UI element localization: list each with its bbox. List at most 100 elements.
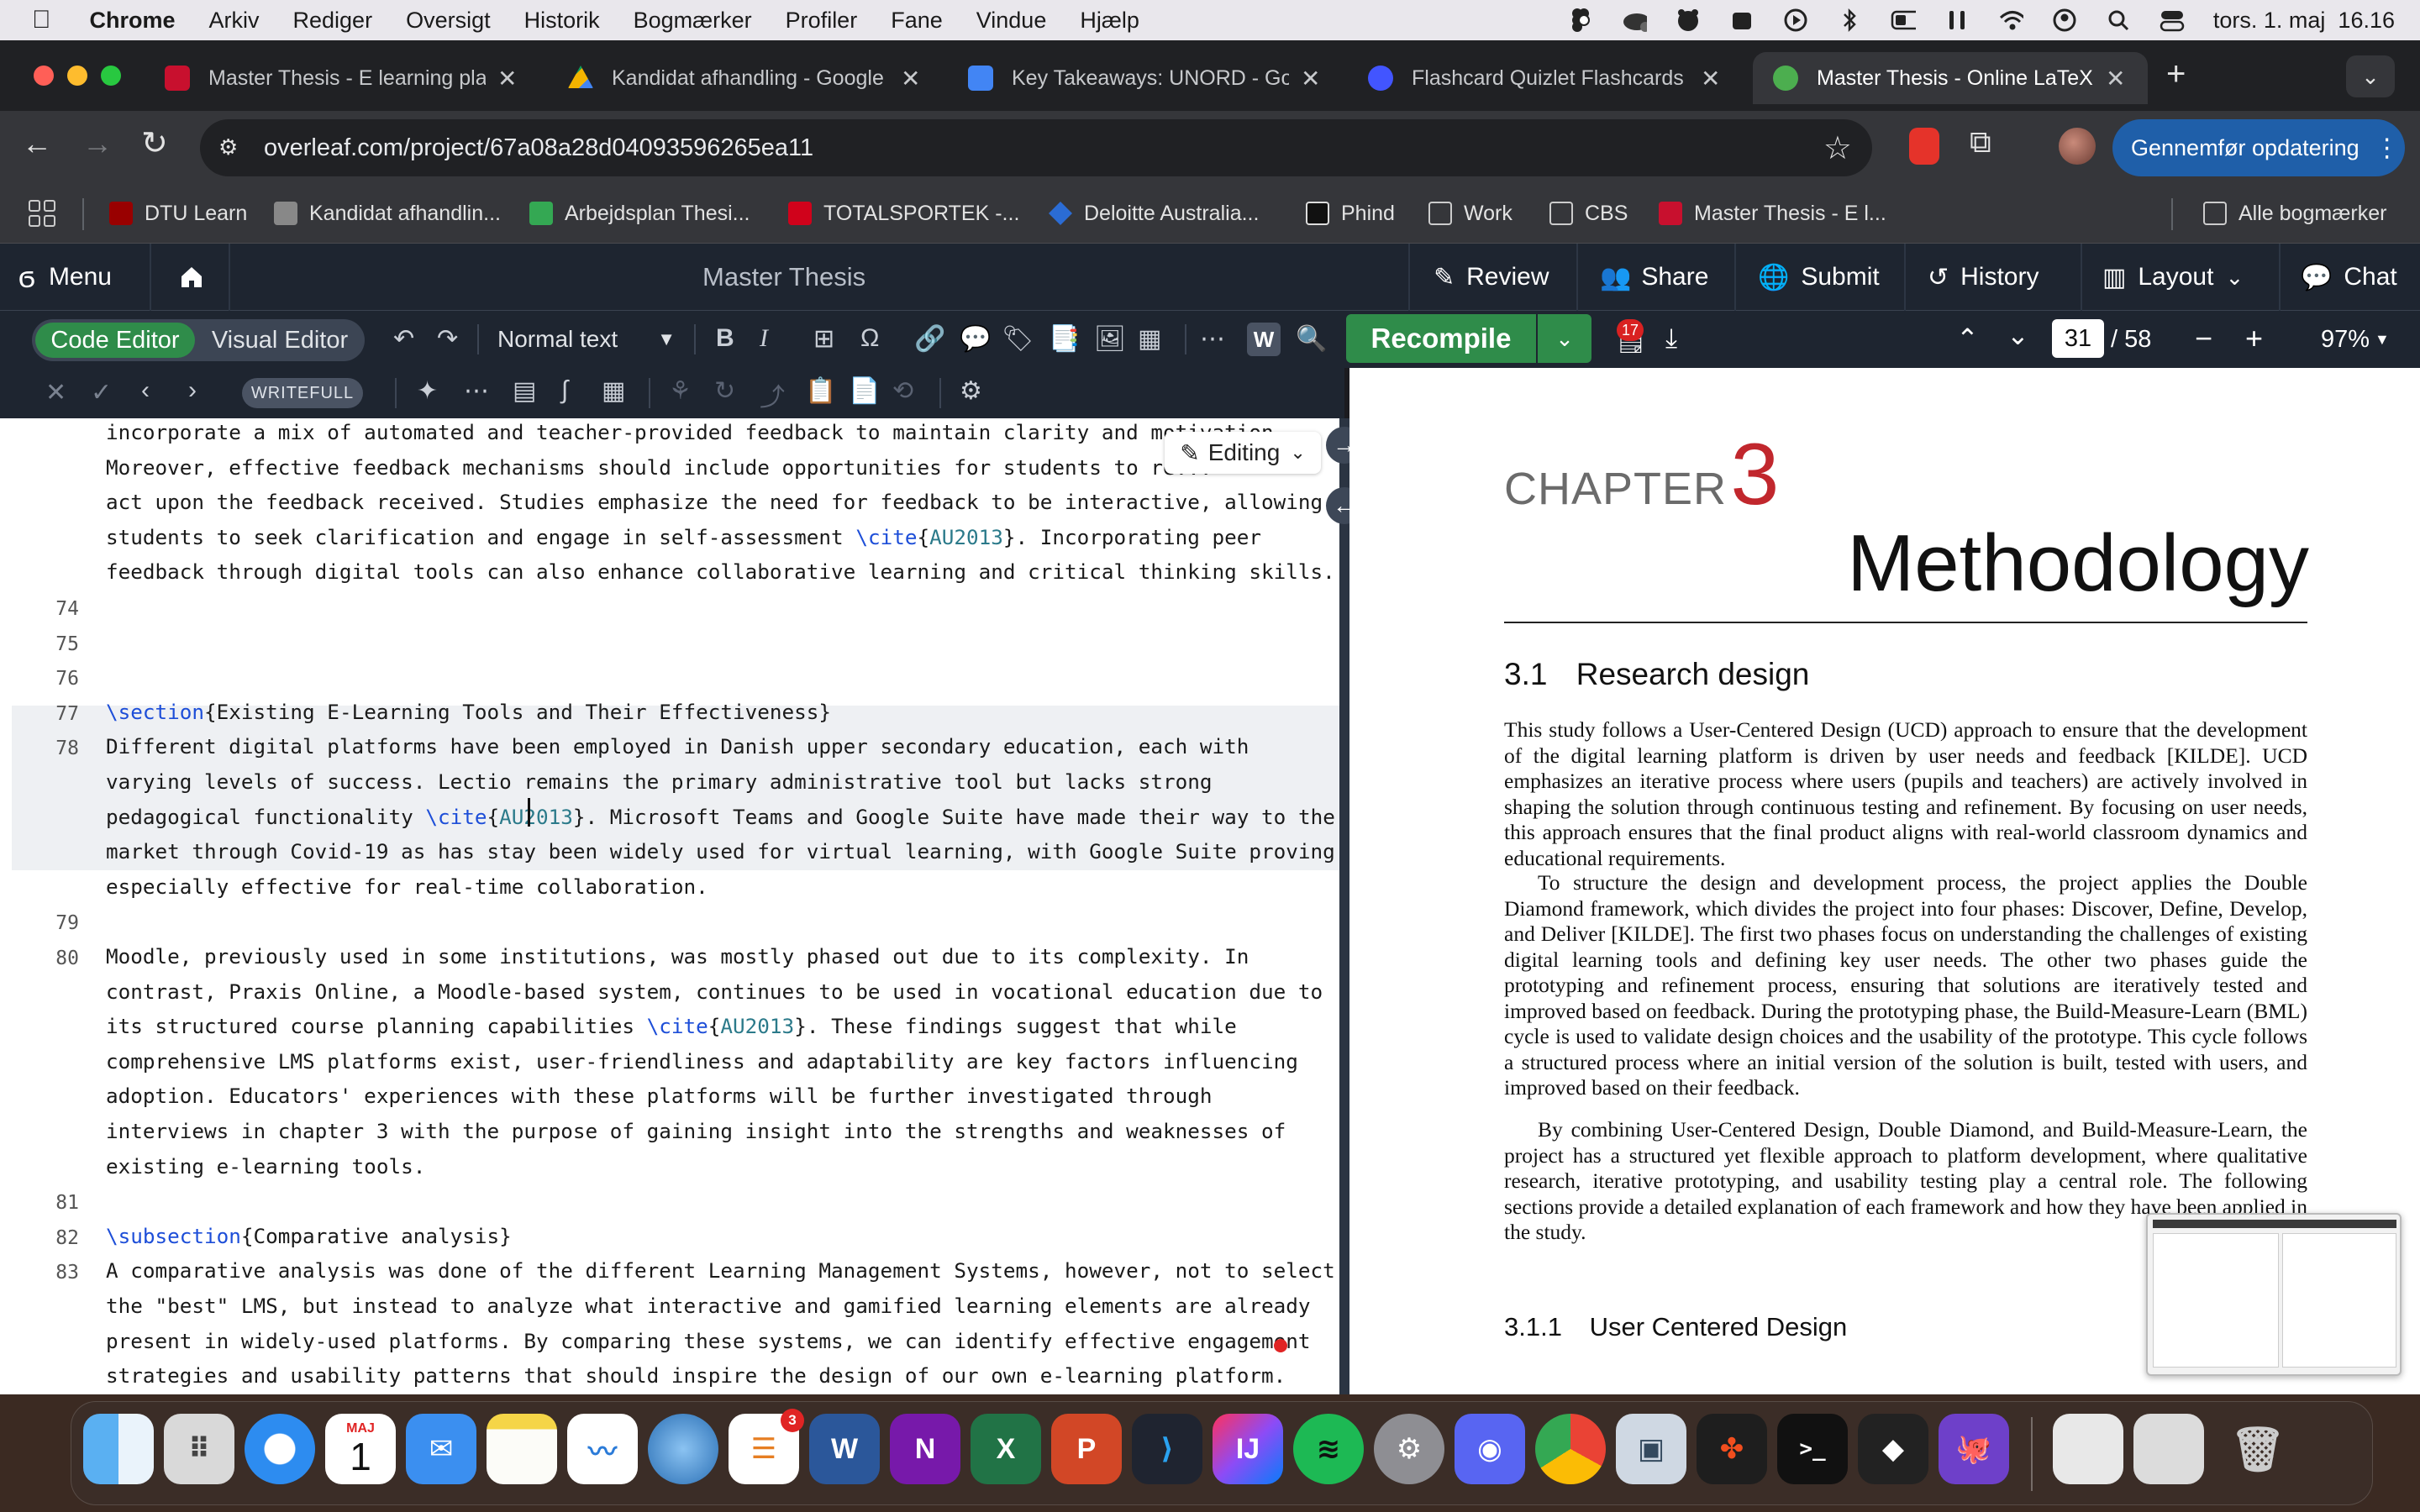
- line-number[interactable]: 74: [12, 598, 79, 620]
- code-line[interactable]: incorporate a mix of automated and teach…: [106, 420, 1286, 444]
- apps-grid-icon[interactable]: [29, 200, 55, 227]
- line-number[interactable]: 79: [12, 912, 79, 934]
- intellij-icon[interactable]: IJ: [1213, 1414, 1283, 1484]
- tab-kandidat-afhandling[interactable]: Kandidat afhandling - Google ✕: [548, 52, 943, 104]
- shortcut-icon[interactable]: [1729, 8, 1754, 33]
- apple-icon[interactable]: : [32, 6, 51, 34]
- sparkle-icon[interactable]: ✦: [417, 376, 438, 406]
- bookmark-deloitte[interactable]: Deloitte Australia...: [1049, 197, 1259, 230]
- launchpad-icon[interactable]: ⠿: [164, 1414, 234, 1484]
- reload-icon[interactable]: ↻: [141, 124, 168, 162]
- back-icon[interactable]: ←: [22, 126, 52, 161]
- downloads-stack-icon[interactable]: [2053, 1414, 2123, 1484]
- bear-icon[interactable]: [1676, 8, 1701, 33]
- zoom-in-icon[interactable]: +: [2245, 321, 2263, 356]
- menu-fane[interactable]: Fane: [891, 8, 943, 34]
- code-line[interactable]: contrast, Praxis Online, a Moodle-based …: [106, 979, 1323, 1004]
- freeform-icon[interactable]: 〰: [567, 1414, 638, 1484]
- line-number[interactable]: 77: [12, 703, 79, 725]
- settings-gear-icon[interactable]: ⚙: [960, 376, 982, 406]
- code-line[interactable]: present in widely-used platforms. By com…: [106, 1329, 1311, 1353]
- code-line[interactable]: especially effective for real-time colla…: [106, 874, 708, 899]
- bookmark-phind[interactable]: Phind: [1306, 197, 1395, 230]
- tool-disabled-icon[interactable]: ⚘: [669, 376, 692, 406]
- bookmark-work[interactable]: Work: [1428, 197, 1512, 230]
- code-editor[interactable]: incorporate a mix of automated and teach…: [0, 418, 1339, 1394]
- menu-historik[interactable]: Historik: [524, 8, 600, 34]
- code-line[interactable]: the "best" LMS, but instead to analyze w…: [106, 1294, 1311, 1318]
- figma-dock-icon[interactable]: ✤: [1697, 1414, 1767, 1484]
- tab-close-icon[interactable]: ✕: [497, 65, 517, 92]
- update-chrome-button[interactable]: Gennemfør opdatering ⋮: [2112, 119, 2405, 176]
- history-button[interactable]: ↺ History: [1928, 244, 2039, 311]
- zoom-select[interactable]: 97% ▼: [2321, 326, 2390, 354]
- tab-close-icon[interactable]: ✕: [1301, 65, 1320, 92]
- code-line[interactable]: \subsection{Comparative analysis}: [106, 1224, 512, 1248]
- safari-icon[interactable]: [245, 1414, 315, 1484]
- bookmark-master-thesis[interactable]: Master Thesis - E l...: [1659, 197, 1886, 230]
- bookmark-cbs[interactable]: CBS: [1549, 197, 1628, 230]
- next-page-icon[interactable]: ⌄: [2007, 319, 2029, 351]
- visual-editor-tab[interactable]: Visual Editor: [200, 323, 360, 358]
- download-pdf-icon[interactable]: ⤓: [1665, 323, 1677, 354]
- figure-icon[interactable]: 🖼: [1094, 324, 1126, 354]
- extension-shield-icon[interactable]: [1909, 128, 1939, 165]
- battery-icon[interactable]: [1891, 8, 1916, 33]
- bookmark-kandidat[interactable]: Kandidat afhandlin...: [274, 197, 501, 230]
- user-icon[interactable]: [2052, 8, 2077, 33]
- close-icon[interactable]: ✕: [45, 378, 66, 407]
- code-line[interactable]: Moodle, previously used in some institut…: [106, 944, 1249, 969]
- clock[interactable]: tors. 1. maj 16.16: [2213, 8, 2395, 34]
- menu-arkiv[interactable]: Arkiv: [209, 8, 260, 34]
- review-button[interactable]: ✎ Review: [1434, 244, 1549, 311]
- code-line[interactable]: interviews in chapter 3 with the purpose…: [106, 1119, 1286, 1143]
- line-number[interactable]: 75: [12, 633, 79, 655]
- tab-search-icon[interactable]: ⌄: [2346, 55, 2395, 97]
- window-minimize-button[interactable]: [67, 66, 87, 86]
- link-icon[interactable]: 🔗: [914, 324, 945, 354]
- reference-icon[interactable]: 📑: [1049, 324, 1080, 354]
- bookmark-all[interactable]: Alle bogmærker: [2203, 197, 2386, 230]
- code-line[interactable]: students to seek clarification and engag…: [106, 525, 1261, 549]
- vscode-icon[interactable]: ⟩: [1132, 1414, 1202, 1484]
- code-line[interactable]: market through Covid-19 as has stay been…: [106, 839, 1335, 864]
- profile-avatar[interactable]: [2059, 128, 2096, 165]
- code-line[interactable]: pedagogical functionality \cite{AU2013}.…: [106, 805, 1335, 829]
- documents-stack-icon[interactable]: [2133, 1414, 2204, 1484]
- undo-icon[interactable]: ↶: [393, 324, 414, 354]
- chevron-left-icon[interactable]: ‹: [141, 376, 150, 405]
- reminders-icon[interactable]: ☰ 3: [729, 1409, 804, 1484]
- new-tab-icon[interactable]: +: [2166, 55, 2186, 93]
- onenote-icon[interactable]: N: [890, 1414, 960, 1484]
- powerpoint-icon[interactable]: P: [1051, 1414, 1122, 1484]
- forward-icon[interactable]: →: [82, 126, 113, 161]
- system-settings-icon[interactable]: ⚙: [1374, 1414, 1444, 1484]
- recompile-button[interactable]: Recompile: [1346, 314, 1536, 363]
- label-icon[interactable]: 🏷: [1002, 324, 1034, 354]
- tab-overleaf-master-thesis[interactable]: Master Thesis - Online LaTeX ✕: [1753, 52, 2148, 104]
- line-number[interactable]: 83: [12, 1262, 79, 1284]
- code-line[interactable]: Different digital platforms have been em…: [106, 734, 1249, 759]
- tab-close-icon[interactable]: ✕: [901, 65, 920, 92]
- control-icon[interactable]: [1944, 8, 1970, 33]
- recompile-options-button[interactable]: ⌄: [1538, 314, 1591, 363]
- symbol-icon[interactable]: Ω: [860, 324, 879, 353]
- menu-app-name[interactable]: Chrome: [90, 8, 176, 34]
- share-disabled-icon[interactable]: ⤴: [760, 376, 785, 413]
- writefull-badge[interactable]: WRITEFULL: [242, 378, 363, 408]
- menu-hjaelp[interactable]: Hjælp: [1080, 8, 1139, 34]
- menu-button[interactable]: ϭ Menu: [18, 244, 112, 311]
- screenshot-thumbnail[interactable]: [2146, 1213, 2402, 1376]
- writefull-icon[interactable]: W: [1247, 323, 1281, 356]
- grid-icon[interactable]: ▦: [602, 376, 625, 406]
- line-number[interactable]: 81: [12, 1192, 79, 1214]
- code-line[interactable]: Moreover, effective feedback mechanisms …: [106, 455, 1213, 480]
- address-bar[interactable]: ⚙ overleaf.com/project/67a08a28d04093596…: [200, 119, 1872, 176]
- code-editor-tab[interactable]: Code Editor: [35, 323, 195, 358]
- table-icon[interactable]: ▦: [1138, 324, 1161, 354]
- more-vert-icon[interactable]: ⋮: [2375, 134, 2400, 163]
- submit-button[interactable]: 🌐 Submit: [1758, 244, 1880, 311]
- mail-icon[interactable]: ✉: [406, 1414, 476, 1484]
- menu-bogmaerker[interactable]: Bogmærker: [634, 8, 752, 34]
- zoom-out-icon[interactable]: −: [2195, 321, 2212, 356]
